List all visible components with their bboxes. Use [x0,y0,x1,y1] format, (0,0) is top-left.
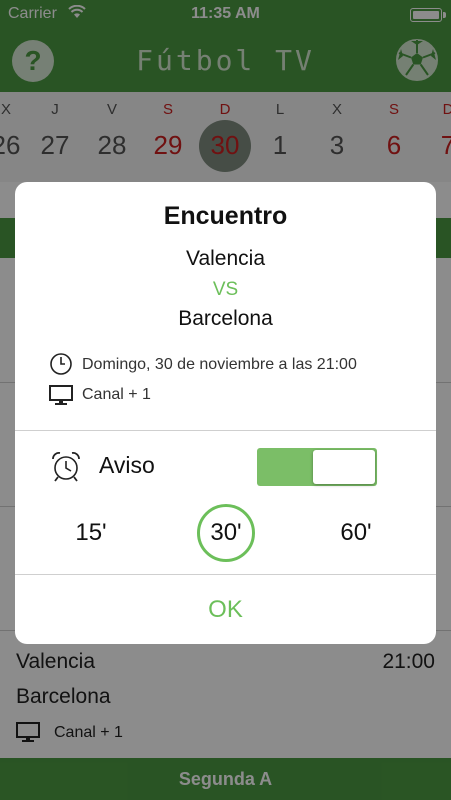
dialog-title: Encuentro [163,202,288,230]
reminder-option-60[interactable]: 60' [316,518,396,548]
toggle-knob [313,450,375,484]
match-datetime: Domingo, 30 de noviembre a las 21:00 [82,356,357,373]
divider [15,430,436,431]
home-team: Valencia [186,247,265,270]
ok-button[interactable]: OK [15,575,436,644]
away-team: Barcelona [178,307,273,330]
reminder-option-15[interactable]: 15' [51,518,131,548]
tv-icon [49,385,73,405]
match-dialog: Encuentro Valencia VS Barcelona Domingo,… [15,182,436,644]
alarm-clock-icon [52,452,80,482]
match-channel: Canal + 1 [82,386,151,403]
reminder-option-30[interactable]: 30' [186,518,266,548]
alarm-label: Aviso [99,452,155,478]
clock-icon [50,353,72,375]
vs-label: VS [212,279,239,300]
alarm-toggle[interactable] [257,448,377,486]
